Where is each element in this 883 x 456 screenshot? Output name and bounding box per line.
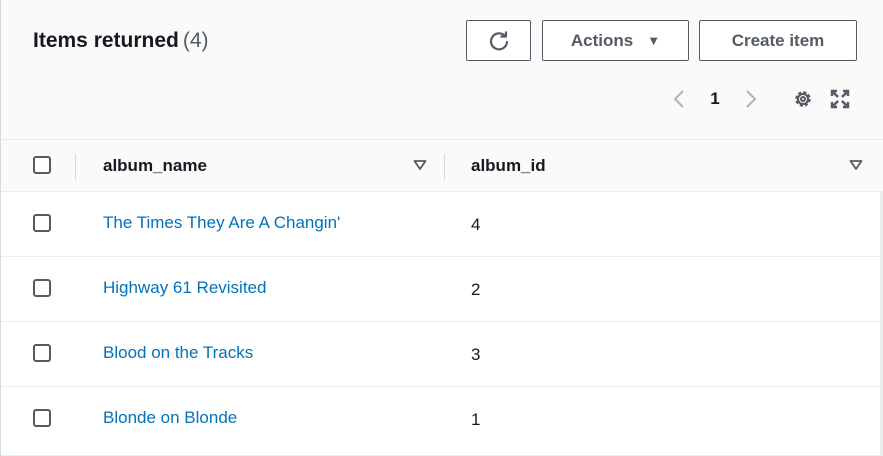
album-name-link[interactable]: The Times They Are A Changin' <box>103 213 340 233</box>
actions-dropdown-button[interactable]: Actions ▼ <box>542 20 689 61</box>
album-name-link[interactable]: Highway 61 Revisited <box>103 278 266 298</box>
page-title: Items returned (4) <box>33 29 209 53</box>
album-id-cell: 3 <box>471 345 481 364</box>
album-id-cell: 2 <box>471 280 481 299</box>
column-header-album-name[interactable]: album_name <box>103 156 207 176</box>
refresh-icon <box>489 31 508 50</box>
panel-header: Items returned (4) Actions ▼ Create item … <box>1 0 883 140</box>
chevron-left-icon <box>673 90 684 108</box>
select-all-checkbox[interactable] <box>33 156 51 174</box>
actions-label: Actions <box>570 30 634 50</box>
items-count: (4) <box>182 29 209 52</box>
fullscreen-button[interactable] <box>827 86 853 112</box>
column-header-album-id[interactable]: album_id <box>471 156 546 176</box>
caret-down-icon: ▼ <box>647 33 661 48</box>
row-checkbox[interactable] <box>33 344 51 362</box>
table-row[interactable]: Blood on the Tracks 3 <box>1 322 883 387</box>
sort-caret-icon[interactable] <box>849 158 863 172</box>
gear-icon <box>795 91 811 107</box>
previous-page-button[interactable] <box>669 86 689 112</box>
table-row[interactable]: The Times They Are A Changin' 4 <box>1 192 883 257</box>
album-id-cell: 1 <box>471 410 481 429</box>
row-checkbox[interactable] <box>33 409 51 427</box>
next-page-button[interactable] <box>741 86 761 112</box>
preferences-button[interactable] <box>790 86 816 112</box>
row-checkbox[interactable] <box>33 214 51 232</box>
album-name-link[interactable]: Blood on the Tracks <box>103 343 253 363</box>
album-name-link[interactable]: Blonde on Blonde <box>103 408 237 428</box>
items-panel: Items returned (4) Actions ▼ Create item … <box>0 0 883 456</box>
table-row[interactable]: Blonde on Blonde 1 <box>1 387 883 456</box>
album-id-cell: 4 <box>471 215 481 234</box>
expand-icon <box>830 89 850 109</box>
create-item-label: Create item <box>731 30 825 50</box>
title-text: Items returned <box>33 29 179 52</box>
column-resize-handle[interactable] <box>444 154 445 180</box>
table-header: album_name album_id <box>1 140 883 192</box>
table-row[interactable]: Highway 61 Revisited 2 <box>1 257 883 322</box>
row-checkbox[interactable] <box>33 279 51 297</box>
sort-caret-icon[interactable] <box>413 158 427 172</box>
column-divider <box>75 154 76 180</box>
chevron-right-icon <box>746 90 757 108</box>
refresh-button[interactable] <box>466 20 531 61</box>
current-page-number[interactable]: 1 <box>705 86 725 112</box>
create-item-button[interactable]: Create item <box>699 20 857 61</box>
